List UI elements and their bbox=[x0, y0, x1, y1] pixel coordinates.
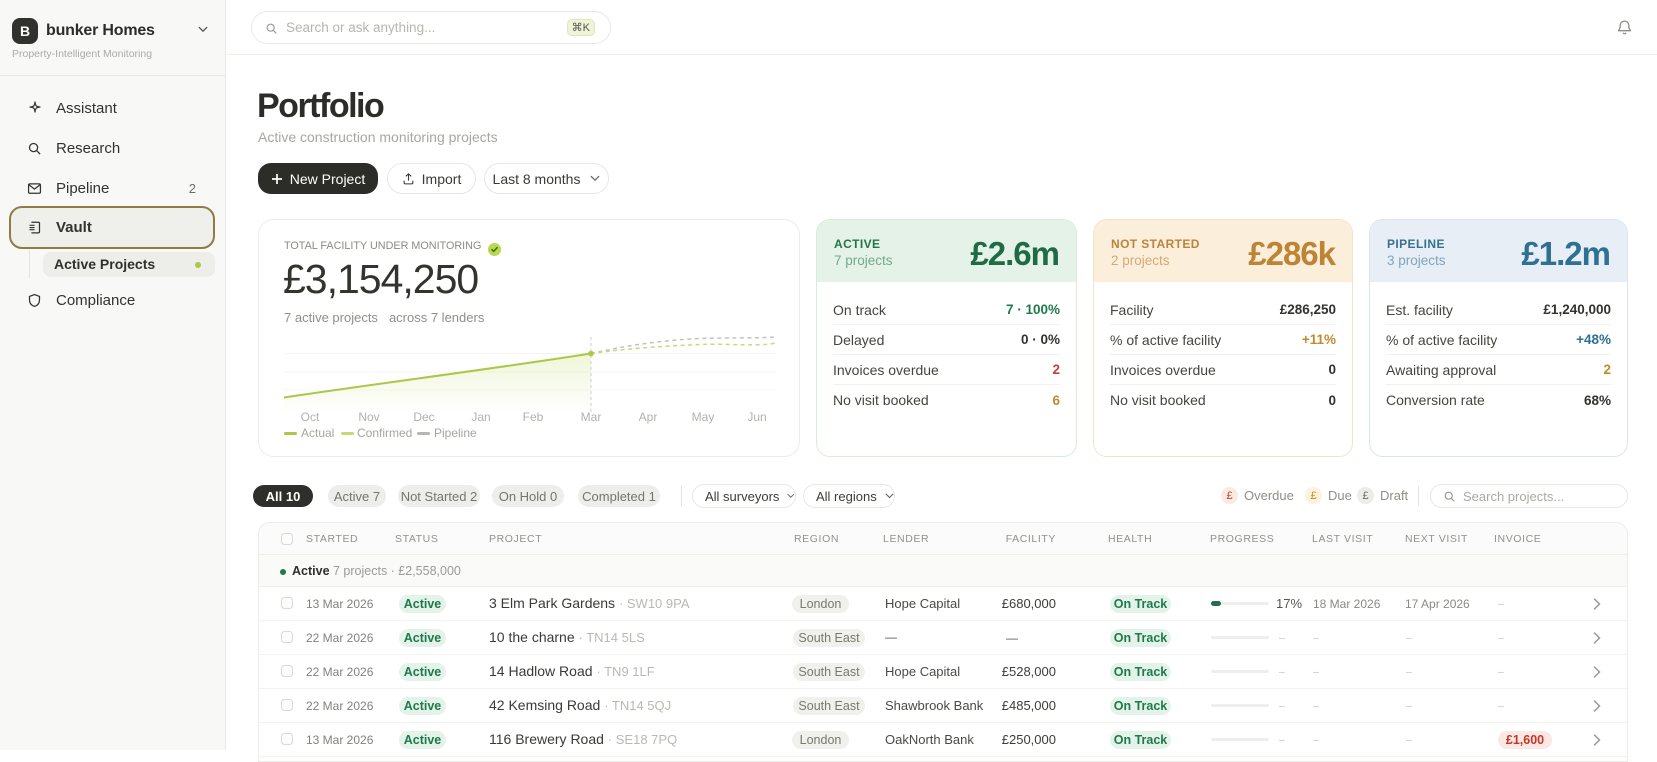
svg-text:May: May bbox=[692, 410, 715, 424]
svg-text:Dec: Dec bbox=[413, 410, 434, 424]
svg-text:Oct: Oct bbox=[301, 410, 320, 424]
svg-text:Jan: Jan bbox=[471, 410, 490, 424]
svg-text:Nov: Nov bbox=[358, 410, 379, 424]
svg-text:Feb: Feb bbox=[523, 410, 544, 424]
svg-text:Jun: Jun bbox=[747, 410, 766, 424]
svg-text:Mar: Mar bbox=[581, 410, 602, 424]
svg-text:Apr: Apr bbox=[639, 410, 658, 424]
